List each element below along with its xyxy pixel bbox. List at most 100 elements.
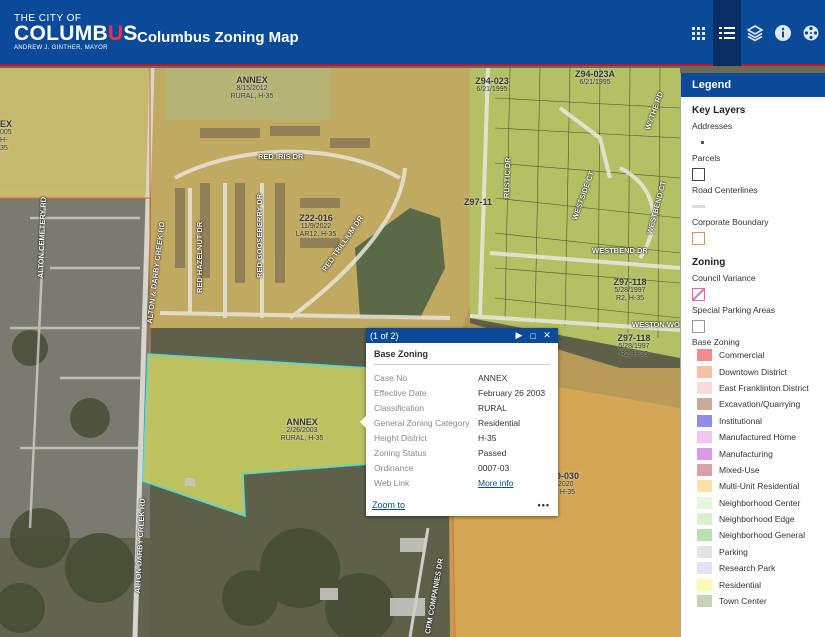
attribute-row: Height District H-35 <box>374 430 550 445</box>
attribute-row: Zoning Status Passed <box>374 445 550 460</box>
addresses-symbol <box>692 131 825 153</box>
legend-item-label: Town Center <box>719 596 767 607</box>
legend-swatch <box>697 529 712 542</box>
legend-item: East Franklinton District <box>692 380 825 396</box>
legend-item: Manufactured Home <box>692 429 825 445</box>
special-parking-symbol <box>692 315 825 337</box>
attribute-row: Ordinance 0007-03 <box>374 460 550 475</box>
popup-pointer <box>360 416 366 428</box>
zone-label-z94-023: Z94-023 6/21/1995 <box>475 76 509 94</box>
road-label-westbend: WESTBEND DR <box>592 246 648 255</box>
road-centerlines-symbol <box>692 195 825 217</box>
attribute-key: Ordinance <box>374 462 414 473</box>
road-label-rustic: RUSTIC DR <box>502 157 513 199</box>
legend-swatch <box>697 513 712 526</box>
legend-item-label: Research Park <box>719 563 776 574</box>
legend-label-special-parking: Special Parking Areas <box>692 305 776 315</box>
legend-item-label: Parking <box>719 546 748 557</box>
legend-item-label: Manufacturing <box>719 448 773 459</box>
city-logo[interactable]: THE CITY OF COLUMBUS ANDREW J. GINTHER, … <box>14 14 138 52</box>
legend-item: Institutional <box>692 413 825 429</box>
attribute-value: ANNEX <box>478 372 508 383</box>
next-feature-icon[interactable]: ▶ <box>512 330 526 341</box>
legend-body[interactable]: Key Layers Addresses Parcels Road Center… <box>681 97 825 609</box>
attribute-value: Passed <box>478 447 507 458</box>
legend-item: Neighborhood General <box>692 527 825 543</box>
film-reel-icon <box>803 25 819 41</box>
legend-label-road-centerlines: Road Centerlines <box>692 185 758 195</box>
legend-item-label: Multi-Unit Residential <box>719 481 800 492</box>
legend-item: Excavation/Quarrying <box>692 396 825 412</box>
legend-item-label: Neighborhood Center <box>719 497 801 508</box>
legend-item-label: Institutional <box>719 415 762 426</box>
legend-swatch <box>697 562 712 575</box>
corporate-boundary-symbol <box>692 227 825 249</box>
zone-label-annex-top: ANNEX 8/15/2012 RURAL, H-35 <box>230 75 274 101</box>
legend-swatch <box>697 365 712 378</box>
basemap-gallery-button[interactable] <box>685 0 713 66</box>
more-info-link[interactable]: More info <box>478 478 513 488</box>
base-zoning-list: Commercial Downtown District East Franklin… <box>692 347 825 609</box>
attribute-key: Height District <box>374 432 427 443</box>
zone-label-z94-023a: Z94-023A 6/21/1995 <box>574 69 616 87</box>
legend-swatch <box>697 447 712 460</box>
attribute-row: Web Link More info <box>374 475 550 490</box>
maximize-icon[interactable]: □ <box>526 331 540 341</box>
layer-list-button[interactable] <box>741 0 769 66</box>
popup-footer: Zoom to ••• <box>372 498 550 512</box>
zoning-heading: Zoning <box>692 257 726 268</box>
attribute-row: General Zoning Category Residential <box>374 415 550 430</box>
attribute-value: More info <box>478 475 550 490</box>
info-icon <box>775 25 791 41</box>
legend-item-label: Mixed-Use <box>719 464 760 475</box>
grid-icon <box>692 27 705 40</box>
legend-swatch <box>697 381 712 394</box>
legend-item-label: Commercial <box>719 350 765 361</box>
legend-label-council-variance: Council Variance <box>692 273 756 283</box>
basemap-button[interactable] <box>797 0 825 66</box>
zoning-map[interactable]: ANNEX 8/15/2012 RURAL, H-35 Z22-016 11/9/20… <box>0 68 680 637</box>
legend-swatch <box>697 414 712 427</box>
legend-item-label: Manufactured Home <box>719 432 797 443</box>
attribute-key: Effective Date <box>374 387 427 398</box>
attribute-value: H-35 <box>478 432 497 443</box>
zoom-to-link[interactable]: Zoom to <box>372 500 538 510</box>
council-variance-symbol <box>692 283 825 305</box>
more-actions-button[interactable]: ••• <box>538 500 550 510</box>
layers-icon <box>746 25 764 42</box>
attribute-table: Case No ANNEX Effective Date February 26 2… <box>374 370 550 490</box>
zone-label-z97-11: Z97-11 <box>463 197 493 207</box>
legend-item: Multi-Unit Residential <box>692 478 825 494</box>
attribute-value: 0007-03 <box>478 462 510 473</box>
legend-panel: Legend Key Layers Addresses Parcels Road… <box>680 73 825 637</box>
attribute-key: Classification <box>374 402 425 413</box>
key-layers-heading: Key Layers <box>692 105 746 116</box>
attribute-key: Web Link <box>374 477 410 488</box>
toolbar <box>685 0 825 66</box>
legend-item: Town Center <box>692 593 825 609</box>
legend-button[interactable] <box>713 0 741 66</box>
legend-item-label: Neighborhood General <box>719 530 806 541</box>
zone-label-annex-main: ANNEX 2/26/2003 RURAL, H-35 <box>280 417 324 443</box>
attribute-key: General Zoning Category <box>374 417 470 428</box>
close-icon[interactable]: ✕ <box>540 330 554 341</box>
legend-item: Downtown District <box>692 363 825 379</box>
popup-title: Base Zoning <box>374 349 550 365</box>
legend-item-label: Neighborhood Edge <box>719 514 795 525</box>
map-canvas[interactable] <box>0 68 680 637</box>
attribute-row: Case No ANNEX <box>374 370 550 385</box>
legend-swatch <box>697 398 712 411</box>
list-icon <box>719 27 735 39</box>
logo-line3: ANDREW J. GINTHER, MAYOR <box>14 45 108 51</box>
legend-item: Commercial <box>692 347 825 363</box>
app-header: THE CITY OF COLUMBUS ANDREW J. GINTHER, … <box>0 0 825 66</box>
legend-swatch <box>697 578 712 591</box>
road-label-red-iris: RED IRIS DR <box>258 152 304 161</box>
legend-label-base-zoning: Base Zoning <box>692 337 740 347</box>
road-label-weston-wo: WESTON WO <box>632 320 680 329</box>
road-label-red-gooseberry: RED GOOSEBERRY DR <box>255 193 264 278</box>
legend-item: Neighborhood Edge <box>692 511 825 527</box>
about-button[interactable] <box>769 0 797 66</box>
legend-item: Residential <box>692 576 825 592</box>
app-title: Columbus Zoning Map <box>137 29 299 46</box>
